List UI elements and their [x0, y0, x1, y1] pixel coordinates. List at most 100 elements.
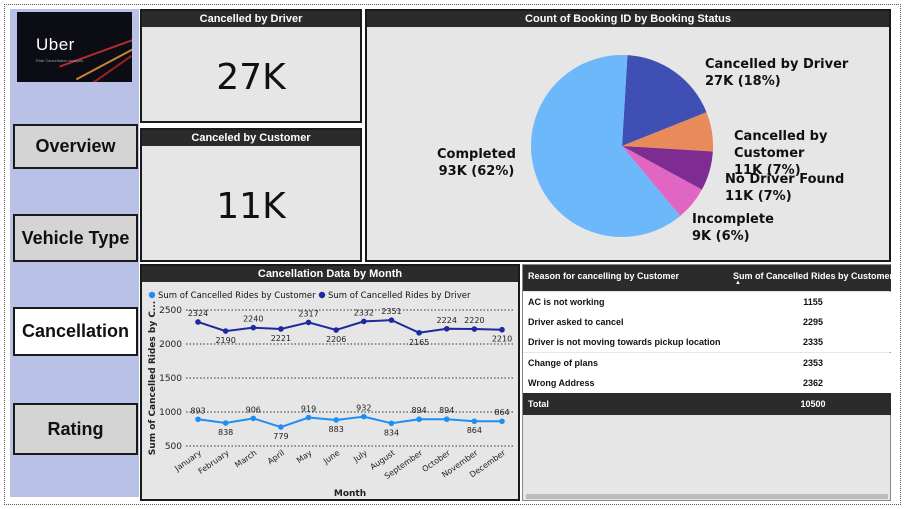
pie-label-no-driver: No Driver Found 11K (7%) — [725, 172, 845, 204]
data-point[interactable] — [222, 420, 229, 426]
data-point[interactable] — [222, 328, 229, 334]
data-label: 2324 — [188, 309, 208, 318]
data-label: 834 — [384, 428, 399, 437]
data-point[interactable] — [416, 416, 422, 423]
line-chart: Sum of Cancelled Rides by Customer Sum of… — [148, 291, 514, 499]
data-point[interactable] — [361, 318, 367, 325]
x-tick-label: June — [321, 448, 341, 466]
legend-marker[interactable] — [318, 291, 326, 299]
data-point[interactable] — [195, 416, 201, 423]
kpi-card-customer: Canceled by Customer 11K — [140, 128, 362, 262]
nav-vehicle-type-button[interactable]: Vehicle Type — [13, 214, 138, 262]
table-header: Reason for cancelling by Customer Sum of… — [523, 265, 893, 291]
nav-rating-button[interactable]: Rating — [13, 403, 138, 455]
data-label: 779 — [273, 432, 288, 441]
kpi-customer-title: Canceled by Customer — [142, 130, 360, 146]
data-label: 2190 — [215, 336, 235, 345]
pie-label-completed: Completed 93K (62%) — [437, 147, 516, 179]
y-tick-label: 500 — [165, 442, 182, 452]
nav-cancellation-button[interactable]: Cancellation — [13, 307, 138, 356]
logo-text: Uber — [36, 35, 75, 54]
kpi-driver-title: Cancelled by Driver — [142, 11, 360, 27]
legend-label[interactable]: Sum of Cancelled Rides by Driver — [328, 291, 471, 301]
table-row: Change of plans 2353 — [523, 353, 891, 373]
x-tick-label: May — [295, 448, 314, 465]
table-header-reason[interactable]: Reason for cancelling by Customer — [528, 271, 679, 281]
x-tick-label: March — [233, 448, 258, 469]
x-axis-label: Month — [334, 489, 366, 499]
data-label: 864 — [467, 426, 482, 435]
data-point[interactable] — [388, 317, 395, 323]
y-tick-label: 1000 — [159, 408, 182, 418]
data-point[interactable] — [471, 418, 478, 425]
data-point[interactable] — [278, 326, 284, 332]
data-label: 2351 — [381, 307, 401, 316]
data-point[interactable] — [305, 414, 312, 421]
table-cell-value: 2335 — [802, 337, 824, 347]
table-cell-value: 1155 — [803, 297, 823, 307]
data-point[interactable] — [305, 319, 312, 326]
pie-label-driver: Cancelled by Driver 27K (18%) — [705, 57, 849, 89]
data-label: 2240 — [243, 315, 263, 324]
y-axis-label: Sum of Cancelled Rides by C... — [148, 301, 158, 455]
data-label: 2317 — [298, 309, 318, 318]
table-total-row: Total 10500 — [523, 393, 891, 415]
x-tick-label: July — [351, 448, 369, 464]
table-header-sum[interactable]: Sum of Cancelled Rides by Customer — [733, 271, 893, 281]
data-point[interactable] — [195, 319, 201, 325]
data-point[interactable] — [361, 413, 367, 420]
kpi-driver-value: 27K — [216, 57, 286, 98]
table-total-label: Total — [528, 399, 549, 409]
x-tick-label: April — [266, 448, 286, 466]
data-label: 2221 — [271, 334, 291, 343]
data-point[interactable] — [388, 420, 395, 427]
data-label: 838 — [218, 428, 233, 437]
data-point[interactable] — [416, 329, 422, 336]
table-cell-reason: Change of plans — [528, 358, 599, 368]
data-point[interactable] — [499, 418, 505, 425]
sort-asc-icon[interactable]: ▲ — [735, 280, 741, 286]
table-row: Driver is not moving towards pickup loca… — [523, 332, 891, 352]
data-label: 893 — [190, 406, 205, 415]
data-label: 2210 — [492, 335, 512, 344]
data-point[interactable] — [499, 326, 505, 333]
pie-label-incomplete: Incomplete 9K (6%) — [692, 212, 774, 244]
table-row: Wrong Address 2362 — [523, 373, 891, 393]
data-label: 894 — [411, 406, 426, 415]
table-row: AC is not working 1155 — [523, 292, 891, 312]
data-label: 864 — [494, 408, 509, 417]
reason-table: Reason for cancelling by Customer Sum of… — [522, 264, 893, 501]
data-point[interactable] — [250, 324, 257, 331]
y-tick-label: 1500 — [159, 374, 182, 384]
y-tick-label: 2000 — [159, 340, 182, 350]
data-point[interactable] — [443, 416, 450, 423]
legend-label[interactable]: Sum of Cancelled Rides by Customer — [158, 291, 316, 301]
data-label: 2165 — [409, 338, 429, 347]
data-point[interactable] — [443, 325, 450, 332]
legend-marker[interactable] — [148, 291, 156, 299]
data-label: 932 — [356, 404, 371, 413]
data-label: 2206 — [326, 335, 346, 344]
table-cell-value: 2362 — [802, 378, 824, 388]
data-point[interactable] — [333, 417, 339, 423]
logo-subtitle: Ride Cancellation Analysis — [36, 58, 84, 63]
series-line — [197, 415, 502, 429]
data-label: 894 — [439, 406, 454, 415]
data-point[interactable] — [333, 327, 339, 333]
data-point[interactable] — [250, 415, 257, 422]
table-cell-value: 2353 — [802, 358, 824, 368]
table-row: Driver asked to cancel 2295 — [523, 312, 891, 332]
x-tick-label: February — [197, 448, 231, 476]
horizontal-scrollbar[interactable] — [526, 494, 888, 499]
nav-overview-button[interactable]: Overview — [13, 124, 138, 169]
data-label: 919 — [301, 405, 316, 414]
data-point[interactable] — [278, 424, 284, 430]
data-point[interactable] — [471, 326, 478, 332]
kpi-customer-value: 11K — [216, 186, 286, 227]
kpi-card-driver: Cancelled by Driver 27K — [140, 9, 362, 123]
data-label: 2332 — [354, 308, 374, 317]
table-cell-reason: Driver is not moving towards pickup loca… — [528, 337, 721, 347]
table-cell-value: 2295 — [802, 317, 824, 327]
y-tick-label: 2500 — [159, 306, 182, 316]
data-label: 2224 — [437, 316, 457, 325]
